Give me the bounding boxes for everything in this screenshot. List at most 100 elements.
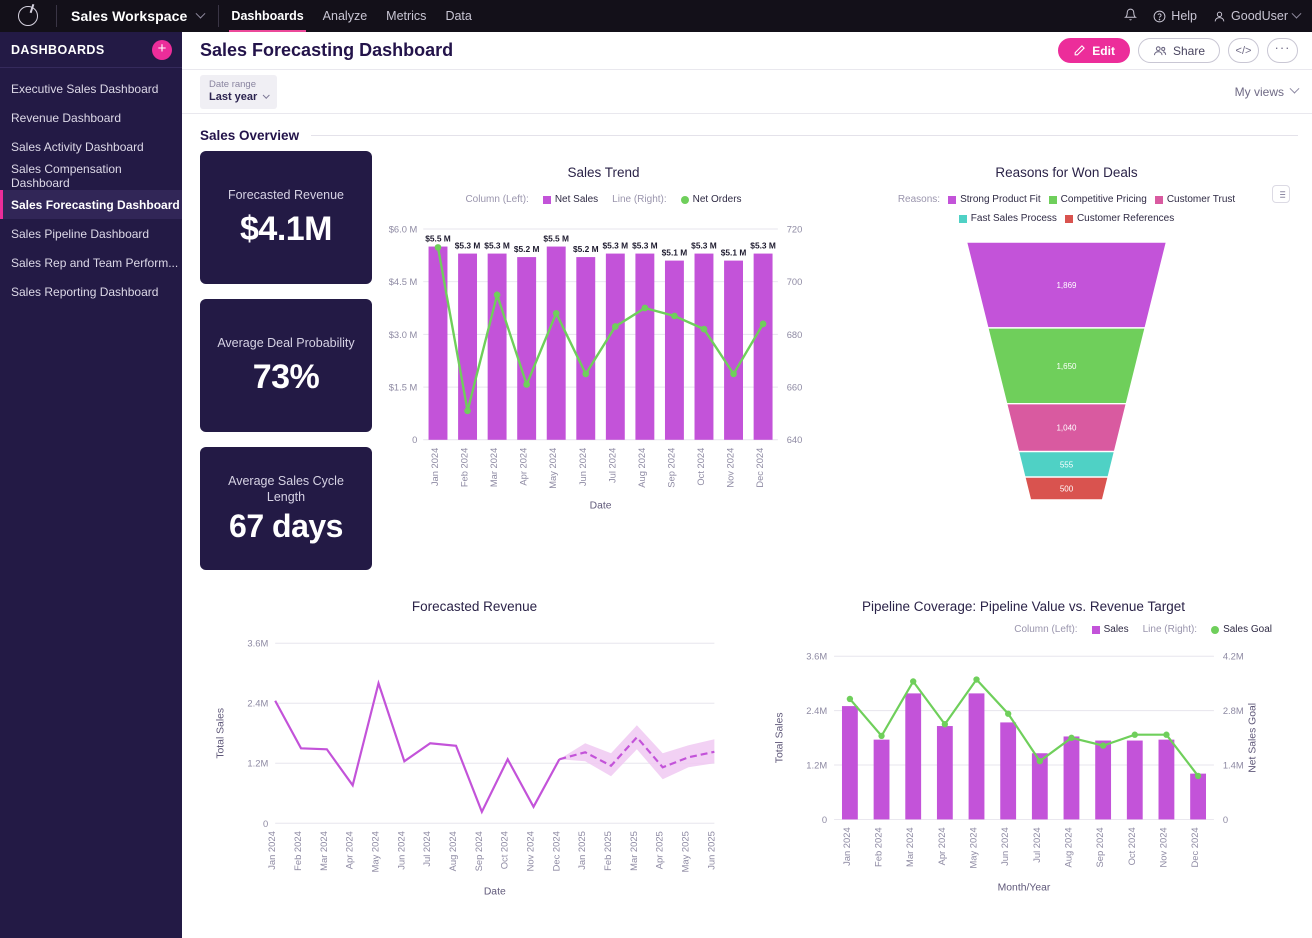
my-views-selector[interactable]: My views — [1235, 85, 1298, 99]
svg-text:Mar 2024: Mar 2024 — [318, 831, 329, 871]
legend-swatch — [1155, 196, 1163, 204]
svg-text:4.2M: 4.2M — [1223, 651, 1244, 662]
svg-text:Aug 2024: Aug 2024 — [637, 448, 647, 488]
svg-text:Feb 2024: Feb 2024 — [460, 448, 470, 487]
legend-swatch — [1049, 196, 1057, 204]
sidebar-item-sales-rep-and-team-performance[interactable]: Sales Rep and Team Perform... — [0, 248, 182, 277]
svg-text:Jul 2024: Jul 2024 — [421, 831, 432, 866]
kpi-average-deal-probability[interactable]: Average Deal Probability 73% — [200, 299, 372, 432]
sidebar-item-sales-pipeline-dashboard[interactable]: Sales Pipeline Dashboard — [0, 219, 182, 248]
chart-legend: Reasons: Strong Product Fit Competitive … — [835, 194, 1298, 224]
help-button[interactable]: Help — [1153, 9, 1197, 23]
nav-item-data[interactable]: Data — [445, 0, 471, 32]
chart-sales-trend[interactable]: Sales Trend Column (Left): Net Sales Lin… — [372, 151, 835, 571]
nav-item-metrics[interactable]: Metrics — [386, 0, 426, 32]
chart-reasons-for-won-deals[interactable]: Reasons for Won Deals Reasons: Strong Pr… — [835, 151, 1298, 571]
embed-code-button[interactable]: </> — [1228, 38, 1259, 63]
edit-button[interactable]: Edit — [1058, 38, 1130, 63]
svg-text:Feb 2024: Feb 2024 — [292, 831, 303, 871]
user-name: GoodUser — [1231, 9, 1288, 23]
svg-text:May 2024: May 2024 — [548, 448, 558, 489]
legend-item-customer-trust[interactable]: Customer Trust — [1155, 194, 1235, 205]
chart-forecasted-revenue[interactable]: Forecasted Revenue 01.2M2.4M3.6MJan 2024… — [200, 585, 749, 905]
svg-text:500: 500 — [1060, 485, 1074, 494]
svg-text:1.2M: 1.2M — [806, 759, 827, 770]
kpi-value: 67 days — [229, 508, 343, 545]
svg-text:1,650: 1,650 — [1056, 362, 1077, 371]
sidebar-header: DASHBOARDS + — [0, 32, 182, 68]
svg-text:Nov 2024: Nov 2024 — [1157, 827, 1168, 867]
dashboard-row-1: Forecasted Revenue $4.1M Average Deal Pr… — [200, 151, 1298, 571]
legend-item-net-orders[interactable]: Net Orders — [681, 194, 742, 205]
app-logo[interactable] — [0, 6, 56, 26]
svg-text:$5.3 M: $5.3 M — [455, 241, 481, 251]
legend-item-competitive-pricing[interactable]: Competitive Pricing — [1049, 194, 1147, 205]
legend-swatch — [1211, 626, 1219, 634]
svg-text:$3.0 M: $3.0 M — [389, 330, 418, 340]
kpi-forecasted-revenue[interactable]: Forecasted Revenue $4.1M — [200, 151, 372, 284]
legend-swatch — [681, 196, 689, 204]
legend-label: Sales Goal — [1223, 624, 1272, 635]
svg-text:Mar 2024: Mar 2024 — [489, 448, 499, 487]
sidebar-item-revenue-dashboard[interactable]: Revenue Dashboard — [0, 103, 182, 132]
svg-text:Apr 2024: Apr 2024 — [519, 448, 529, 486]
section-header: Sales Overview — [200, 114, 1298, 151]
legend-caption-line: Line (Right): — [612, 194, 666, 205]
svg-text:May 2024: May 2024 — [370, 831, 381, 872]
date-range-filter[interactable]: Date range Last year — [200, 75, 277, 109]
sidebar-item-sales-activity-dashboard[interactable]: Sales Activity Dashboard — [0, 132, 182, 161]
svg-text:$5.1 M: $5.1 M — [662, 248, 688, 258]
kpi-average-sales-cycle-length[interactable]: Average Sales Cycle Length 67 days — [200, 447, 372, 570]
share-button[interactable]: Share — [1138, 38, 1220, 63]
legend-item-fast-sales-process[interactable]: Fast Sales Process — [959, 213, 1057, 224]
page-title: Sales Forecasting Dashboard — [200, 40, 453, 61]
svg-text:Apr 2024: Apr 2024 — [344, 831, 355, 869]
svg-text:Oct 2024: Oct 2024 — [499, 831, 510, 869]
sidebar-item-sales-reporting-dashboard[interactable]: Sales Reporting Dashboard — [0, 277, 182, 306]
legend-item-customer-references[interactable]: Customer References — [1065, 213, 1174, 224]
legend-item-strong-product-fit[interactable]: Strong Product Fit — [948, 194, 1041, 205]
svg-text:Jan 2025: Jan 2025 — [576, 831, 587, 870]
svg-text:Jan 2024: Jan 2024 — [841, 827, 852, 866]
notifications-bell-icon[interactable] — [1124, 8, 1137, 24]
nav-item-dashboards[interactable]: Dashboards — [231, 0, 303, 32]
svg-text:1,869: 1,869 — [1056, 281, 1077, 290]
svg-text:Jun 2024: Jun 2024 — [999, 827, 1010, 866]
svg-text:1,040: 1,040 — [1056, 424, 1077, 433]
svg-text:3.6M: 3.6M — [247, 638, 268, 649]
svg-text:$6.0 M: $6.0 M — [389, 224, 418, 234]
more-options-button[interactable]: ··· — [1267, 38, 1298, 63]
sidebar-item-executive-sales-dashboard[interactable]: Executive Sales Dashboard — [0, 74, 182, 103]
chart-pipeline-coverage[interactable]: Pipeline Coverage: Pipeline Value vs. Re… — [749, 585, 1298, 905]
legend-item-net-sales[interactable]: Net Sales — [543, 194, 598, 205]
chart-title: Forecasted Revenue — [200, 585, 749, 614]
svg-text:Jan 2024: Jan 2024 — [430, 448, 440, 486]
svg-text:3.6M: 3.6M — [806, 651, 827, 662]
kpi-value: $4.1M — [240, 210, 332, 249]
add-dashboard-button[interactable]: + — [152, 40, 172, 60]
legend-list-toggle-icon[interactable] — [1272, 185, 1290, 203]
date-range-chevron-down-icon[interactable] — [263, 91, 270, 98]
sidebar-item-sales-compensation-dashboard[interactable]: Sales Compensation Dashboard — [0, 161, 182, 190]
chart-title: Pipeline Coverage: Pipeline Value vs. Re… — [749, 585, 1298, 614]
svg-text:May 2025: May 2025 — [680, 831, 691, 872]
svg-text:640: 640 — [787, 435, 803, 445]
user-menu[interactable]: GoodUser — [1213, 9, 1300, 23]
nav-item-analyze[interactable]: Analyze — [323, 0, 367, 32]
legend-swatch — [1092, 626, 1100, 634]
dashboard-canvas: Sales Overview Forecasted Revenue $4.1M … — [182, 114, 1312, 938]
user-chevron-down-icon[interactable] — [1292, 8, 1302, 18]
legend-label: Sales — [1104, 624, 1129, 635]
legend-caption: Reasons: — [898, 194, 940, 205]
dashboard-row-2: Forecasted Revenue 01.2M2.4M3.6MJan 2024… — [200, 585, 1298, 905]
legend-label: Net Sales — [555, 194, 598, 205]
svg-text:0: 0 — [263, 818, 268, 829]
sidebar-item-sales-forecasting-dashboard[interactable]: Sales Forecasting Dashboard — [0, 190, 182, 219]
legend-item-sales-goal[interactable]: Sales Goal — [1211, 624, 1272, 635]
my-views-chevron-down-icon[interactable] — [1290, 84, 1300, 94]
workspace-chevron-down-icon[interactable] — [196, 8, 206, 18]
page-header: Sales Forecasting Dashboard Edit Share <… — [182, 32, 1312, 70]
legend-item-sales[interactable]: Sales — [1092, 624, 1129, 635]
svg-text:1.2M: 1.2M — [247, 758, 268, 769]
svg-text:Jun 2025: Jun 2025 — [705, 831, 716, 870]
